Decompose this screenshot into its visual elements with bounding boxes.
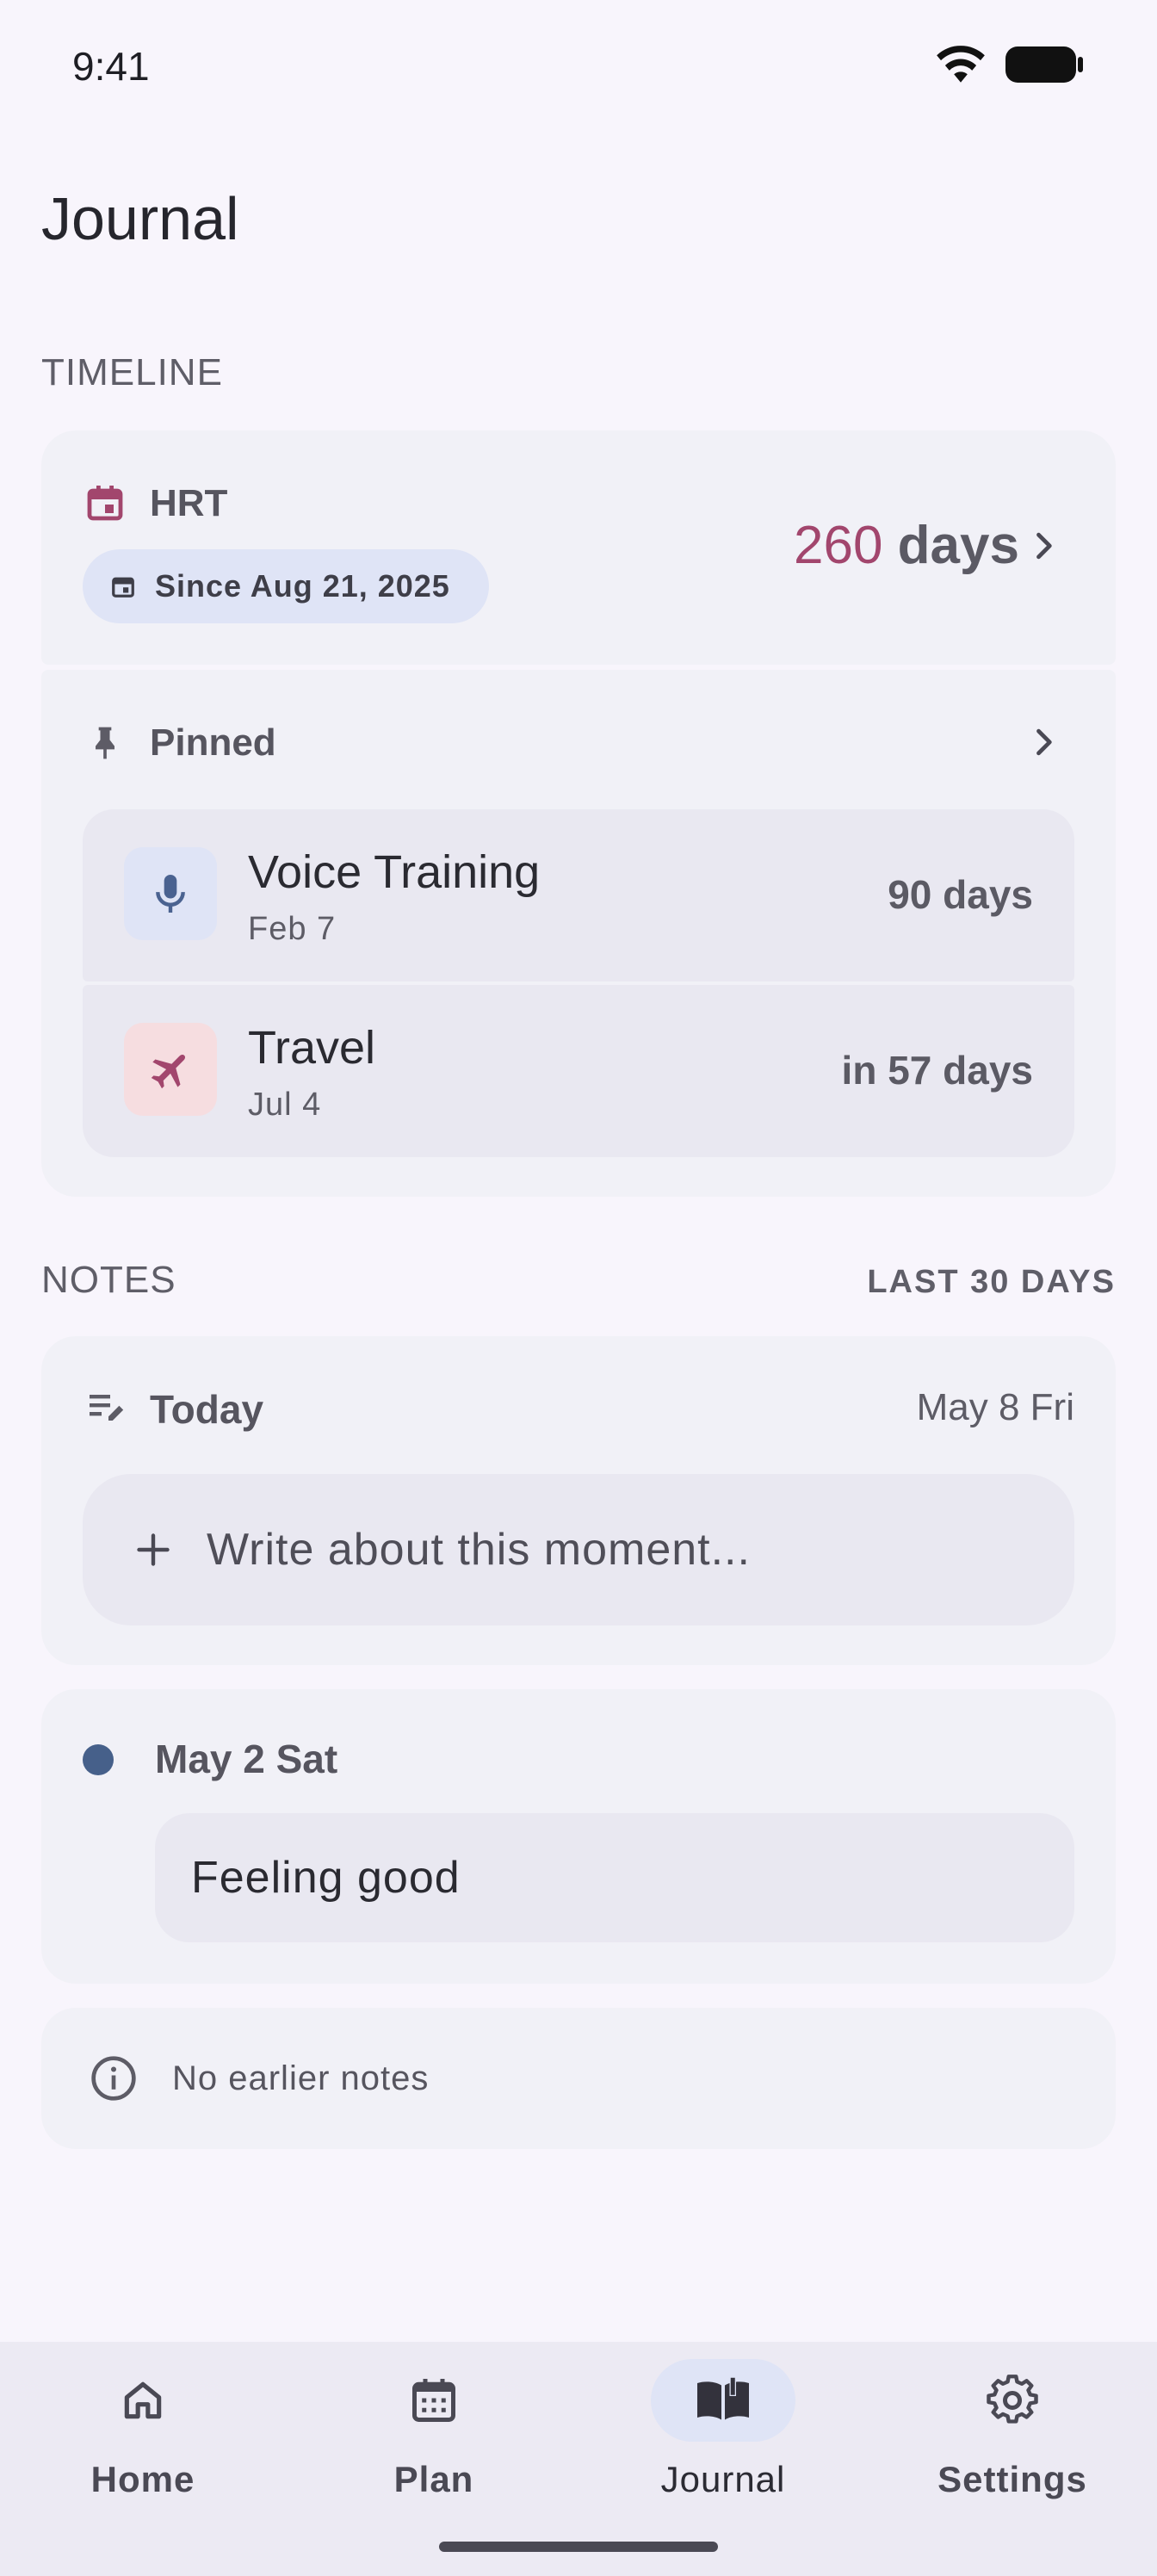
- hrt-since-text: Since Aug 21, 2025: [155, 568, 450, 604]
- nav-journal-pill: [651, 2359, 795, 2442]
- nav-settings-pill: [940, 2359, 1085, 2442]
- edit-notes-icon: [90, 1395, 124, 1421]
- pinned-item-icon-box: [124, 1023, 217, 1116]
- entry-note[interactable]: Feeling good: [155, 1813, 1074, 1942]
- status-icons: [935, 45, 1085, 84]
- mic-icon: [156, 875, 185, 913]
- nav-journal[interactable]: Journal: [594, 2359, 852, 2514]
- calendar-small-icon: [112, 577, 134, 598]
- no-earlier-notes-text: No earlier notes: [172, 2059, 430, 2097]
- status-time: 9:41: [72, 44, 150, 89]
- pinned-chevron-right-icon[interactable]: [1024, 723, 1062, 761]
- pinned-item-icon-box: [124, 847, 217, 940]
- pinned-item-date: Feb 7: [248, 911, 337, 947]
- calendar-grid-icon: [412, 2379, 455, 2422]
- entry-date: May 2 Sat: [155, 1737, 338, 1781]
- calendar-icon: [87, 486, 123, 521]
- nav-plan-pill: [362, 2359, 506, 2442]
- info-icon: [91, 2056, 136, 2101]
- battery-icon: [1005, 46, 1083, 83]
- hrt-count-unit: days: [897, 516, 1019, 575]
- today-title: Today: [150, 1387, 264, 1432]
- hrt-count-number: 260: [793, 516, 883, 575]
- home-icon: [124, 2381, 162, 2419]
- hrt-day-count: 260 days: [794, 515, 1019, 576]
- pinned-item-voice-training[interactable]: Voice Training Feb 7 90 days: [83, 809, 1074, 981]
- nav-settings[interactable]: Settings: [883, 2359, 1142, 2514]
- pinned-item-name: Travel: [248, 1022, 376, 1074]
- plus-icon: [137, 1533, 170, 1566]
- hrt-since-chip: Since Aug 21, 2025: [83, 549, 489, 623]
- nav-home-label: Home: [90, 2459, 195, 2499]
- wifi-icon: [937, 46, 985, 83]
- notes-range-label[interactable]: LAST 30 DAYS: [867, 1264, 1116, 1301]
- entry-text: Feeling good: [191, 1853, 461, 1903]
- write-note-input[interactable]: Write about this moment...: [83, 1474, 1074, 1625]
- pinned-item-relative: 90 days: [888, 872, 1033, 917]
- timeline-section-label: TIMELINE: [41, 351, 223, 393]
- chevron-right-icon[interactable]: [1024, 527, 1062, 565]
- hrt-title: HRT: [150, 482, 228, 524]
- today-date: May 8 Fri: [916, 1386, 1074, 1428]
- nav-home[interactable]: Home: [14, 2359, 272, 2514]
- nav-journal-label: Journal: [660, 2459, 786, 2499]
- pinned-item-date: Jul 4: [248, 1087, 322, 1123]
- no-earlier-notes-card: No earlier notes: [41, 2008, 1116, 2149]
- notes-section-label: NOTES: [41, 1259, 176, 1301]
- pinned-title: Pinned: [150, 721, 276, 764]
- page-title: Journal: [41, 185, 239, 252]
- airplane-icon: [151, 1054, 186, 1089]
- home-indicator[interactable]: [439, 2542, 718, 2552]
- write-note-placeholder: Write about this moment...: [207, 1525, 751, 1575]
- pinned-item-travel[interactable]: Travel Jul 4 in 57 days: [83, 985, 1074, 1157]
- nav-plan-label: Plan: [393, 2459, 474, 2499]
- nav-home-pill: [71, 2359, 215, 2442]
- pinned-item-name: Voice Training: [248, 846, 541, 898]
- gear-icon: [987, 2375, 1038, 2424]
- book-icon: [697, 2377, 749, 2420]
- nav-plan[interactable]: Plan: [305, 2359, 563, 2514]
- nav-settings-label: Settings: [937, 2459, 1087, 2499]
- pinned-item-relative: in 57 days: [841, 1048, 1033, 1093]
- entry-dot: [83, 1744, 114, 1775]
- pin-icon: [96, 727, 114, 759]
